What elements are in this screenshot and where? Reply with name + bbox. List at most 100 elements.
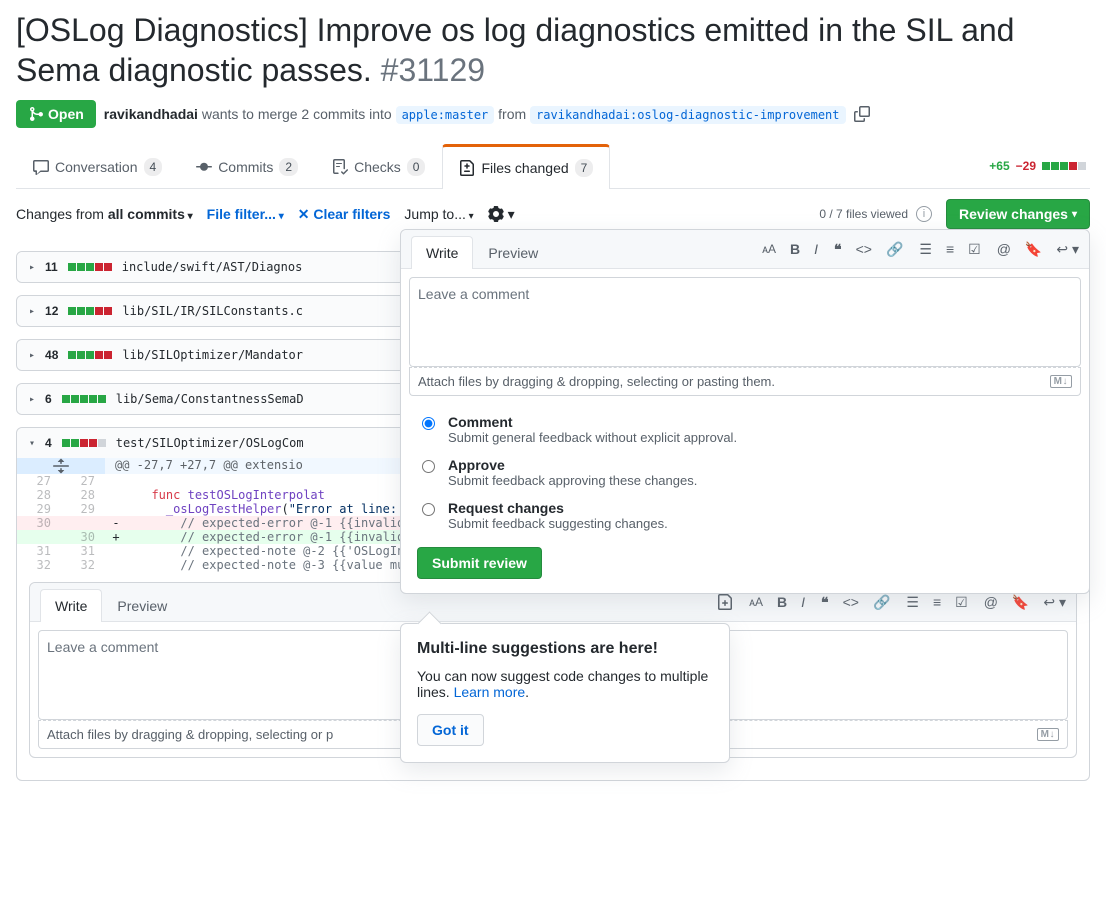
popover-title: Multi-line suggestions are here!	[417, 640, 713, 658]
markdown-badge-icon[interactable]: M↓	[1050, 375, 1072, 388]
file-path[interactable]: include/swift/AST/Diagnos	[122, 260, 303, 274]
diffstat: +65 −29	[989, 159, 1090, 173]
info-icon[interactable]: i	[916, 206, 932, 222]
task-icon[interactable]: ☑	[955, 594, 968, 611]
file-change-count: 11	[45, 260, 58, 274]
ul-icon[interactable]: ☰	[906, 594, 919, 611]
review-radio-comment[interactable]	[422, 417, 435, 430]
review-attach-bar[interactable]: Attach files by dragging & dropping, sel…	[409, 367, 1081, 396]
reply-icon[interactable]: ↩ ▾	[1056, 241, 1079, 258]
head-branch[interactable]: ravikandhadai:oslog-diagnostic-improveme…	[530, 106, 845, 124]
review-option-request[interactable]: Request changesSubmit feedback suggestin…	[417, 494, 1073, 537]
suggestion-icon[interactable]	[717, 594, 733, 610]
tab-conversation[interactable]: Conversation 4	[16, 145, 179, 188]
bookmark-icon[interactable]: 🔖	[1012, 594, 1029, 611]
pr-meta: Open ravikandhadai wants to merge 2 comm…	[16, 100, 1090, 128]
ol-icon[interactable]: ≡	[946, 241, 954, 257]
link-icon[interactable]: 🔗	[873, 594, 890, 611]
file-path[interactable]: lib/Sema/ConstantnessSemaD	[116, 392, 304, 406]
heading-icon[interactable]: ᴀA	[762, 242, 776, 256]
pr-tabnav: Conversation 4 Commits 2 Checks 0 Files …	[16, 144, 1090, 189]
quote-icon[interactable]: ❝	[821, 594, 829, 611]
heading-icon[interactable]: ᴀA	[749, 595, 763, 609]
chevron-right-icon[interactable]: ▸	[29, 394, 35, 405]
diff-marker: -	[105, 516, 127, 530]
diff-marker	[105, 488, 127, 502]
code-icon[interactable]: <>	[843, 594, 859, 610]
review-tab-preview[interactable]: Preview	[473, 236, 553, 269]
markdown-badge-icon[interactable]: M↓	[1037, 728, 1059, 741]
review-changes-dropdown: Write Preview ᴀA B I ❝ <> 🔗 ☰ ≡ ☑	[400, 229, 1090, 594]
ol-icon[interactable]: ≡	[933, 594, 941, 610]
old-line-num: 29	[17, 502, 61, 516]
tab-checks[interactable]: Checks 0	[315, 145, 442, 188]
commits-count: 2	[279, 158, 298, 176]
mention-icon[interactable]: @	[984, 594, 998, 610]
multiline-suggestion-popover: Multi-line suggestions are here! You can…	[400, 623, 730, 763]
reply-icon[interactable]: ↩ ▾	[1043, 594, 1066, 611]
diff-marker	[105, 558, 127, 572]
bold-icon[interactable]: B	[790, 241, 800, 257]
file-diff-blocks	[68, 263, 112, 271]
state-label: Open	[48, 106, 84, 122]
quote-icon[interactable]: ❝	[834, 241, 842, 258]
jump-to[interactable]: Jump to...	[404, 206, 473, 222]
chevron-right-icon[interactable]: ▸	[29, 306, 35, 317]
task-icon[interactable]: ☑	[968, 241, 981, 258]
file-change-count: 6	[45, 392, 52, 406]
review-option-comment[interactable]: CommentSubmit general feedback without e…	[417, 408, 1073, 451]
bold-icon[interactable]: B	[777, 594, 787, 610]
review-radio-approve[interactable]	[422, 460, 435, 473]
diff-marker	[105, 544, 127, 558]
file-path[interactable]: test/SILOptimizer/OSLogCom	[116, 436, 304, 450]
got-it-button[interactable]: Got it	[417, 714, 484, 746]
copy-branch-icon[interactable]	[854, 106, 870, 122]
changes-from-filter[interactable]: Changes from all commits	[16, 206, 193, 222]
inline-tab-write[interactable]: Write	[40, 589, 102, 622]
file-diff-blocks	[68, 351, 112, 359]
file-diff-blocks	[62, 439, 106, 447]
commit-icon	[196, 159, 212, 175]
italic-icon[interactable]: I	[814, 241, 818, 257]
ul-icon[interactable]: ☰	[919, 241, 932, 258]
file-filter[interactable]: File filter...	[207, 206, 284, 222]
tab-files-changed[interactable]: Files changed 7	[442, 144, 610, 189]
pr-title: [OSLog Diagnostics] Improve os log diagn…	[16, 10, 1090, 90]
file-path[interactable]: lib/SILOptimizer/Mandator	[122, 348, 303, 362]
chevron-right-icon[interactable]: ▸	[29, 262, 35, 273]
link-icon[interactable]: 🔗	[886, 241, 903, 258]
review-option-approve[interactable]: ApproveSubmit feedback approving these c…	[417, 451, 1073, 494]
review-md-toolbar: ᴀA B I ❝ <> 🔗 ☰ ≡ ☑ @ 🔖 ↩ ▾	[762, 241, 1079, 264]
diff-deletions: −29	[1016, 159, 1036, 173]
code-icon[interactable]: <>	[856, 241, 872, 257]
learn-more-link[interactable]: Learn more	[454, 684, 526, 700]
base-branch[interactable]: apple:master	[396, 106, 495, 124]
old-line-num	[17, 530, 61, 544]
review-changes-button[interactable]: Review changes	[946, 199, 1090, 229]
merge-description: ravikandhadai wants to merge 2 commits i…	[104, 106, 846, 122]
conversation-count: 4	[144, 158, 163, 176]
new-line-num: 28	[61, 488, 105, 502]
diff-settings-icon[interactable]: ▾	[488, 206, 515, 223]
mention-icon[interactable]: @	[997, 241, 1011, 257]
new-line-num: 32	[61, 558, 105, 572]
file-path[interactable]: lib/SIL/IR/SILConstants.c	[122, 304, 303, 318]
pr-author[interactable]: ravikandhadai	[104, 106, 198, 122]
review-comment-textarea[interactable]: Leave a comment	[409, 277, 1081, 367]
tab-commits[interactable]: Commits 2	[179, 145, 315, 188]
clear-filters[interactable]: ✕ Clear filters	[298, 206, 391, 223]
review-tab-write[interactable]: Write	[411, 236, 473, 269]
bookmark-icon[interactable]: 🔖	[1025, 241, 1042, 258]
new-line-num: 27	[61, 474, 105, 488]
checklist-icon	[332, 159, 348, 175]
inline-comment-form: Write Preview ᴀA B I ❝ <>	[29, 582, 1077, 758]
submit-review-button[interactable]: Submit review	[417, 547, 542, 579]
old-line-num: 32	[17, 558, 61, 572]
italic-icon[interactable]: I	[801, 594, 805, 610]
inline-tab-preview[interactable]: Preview	[102, 589, 182, 622]
review-radio-request[interactable]	[422, 503, 435, 516]
expand-hunk-icon[interactable]	[17, 458, 105, 474]
new-line-num: 30	[61, 530, 105, 544]
chevron-down-icon[interactable]: ▾	[29, 438, 35, 449]
chevron-right-icon[interactable]: ▸	[29, 350, 35, 361]
